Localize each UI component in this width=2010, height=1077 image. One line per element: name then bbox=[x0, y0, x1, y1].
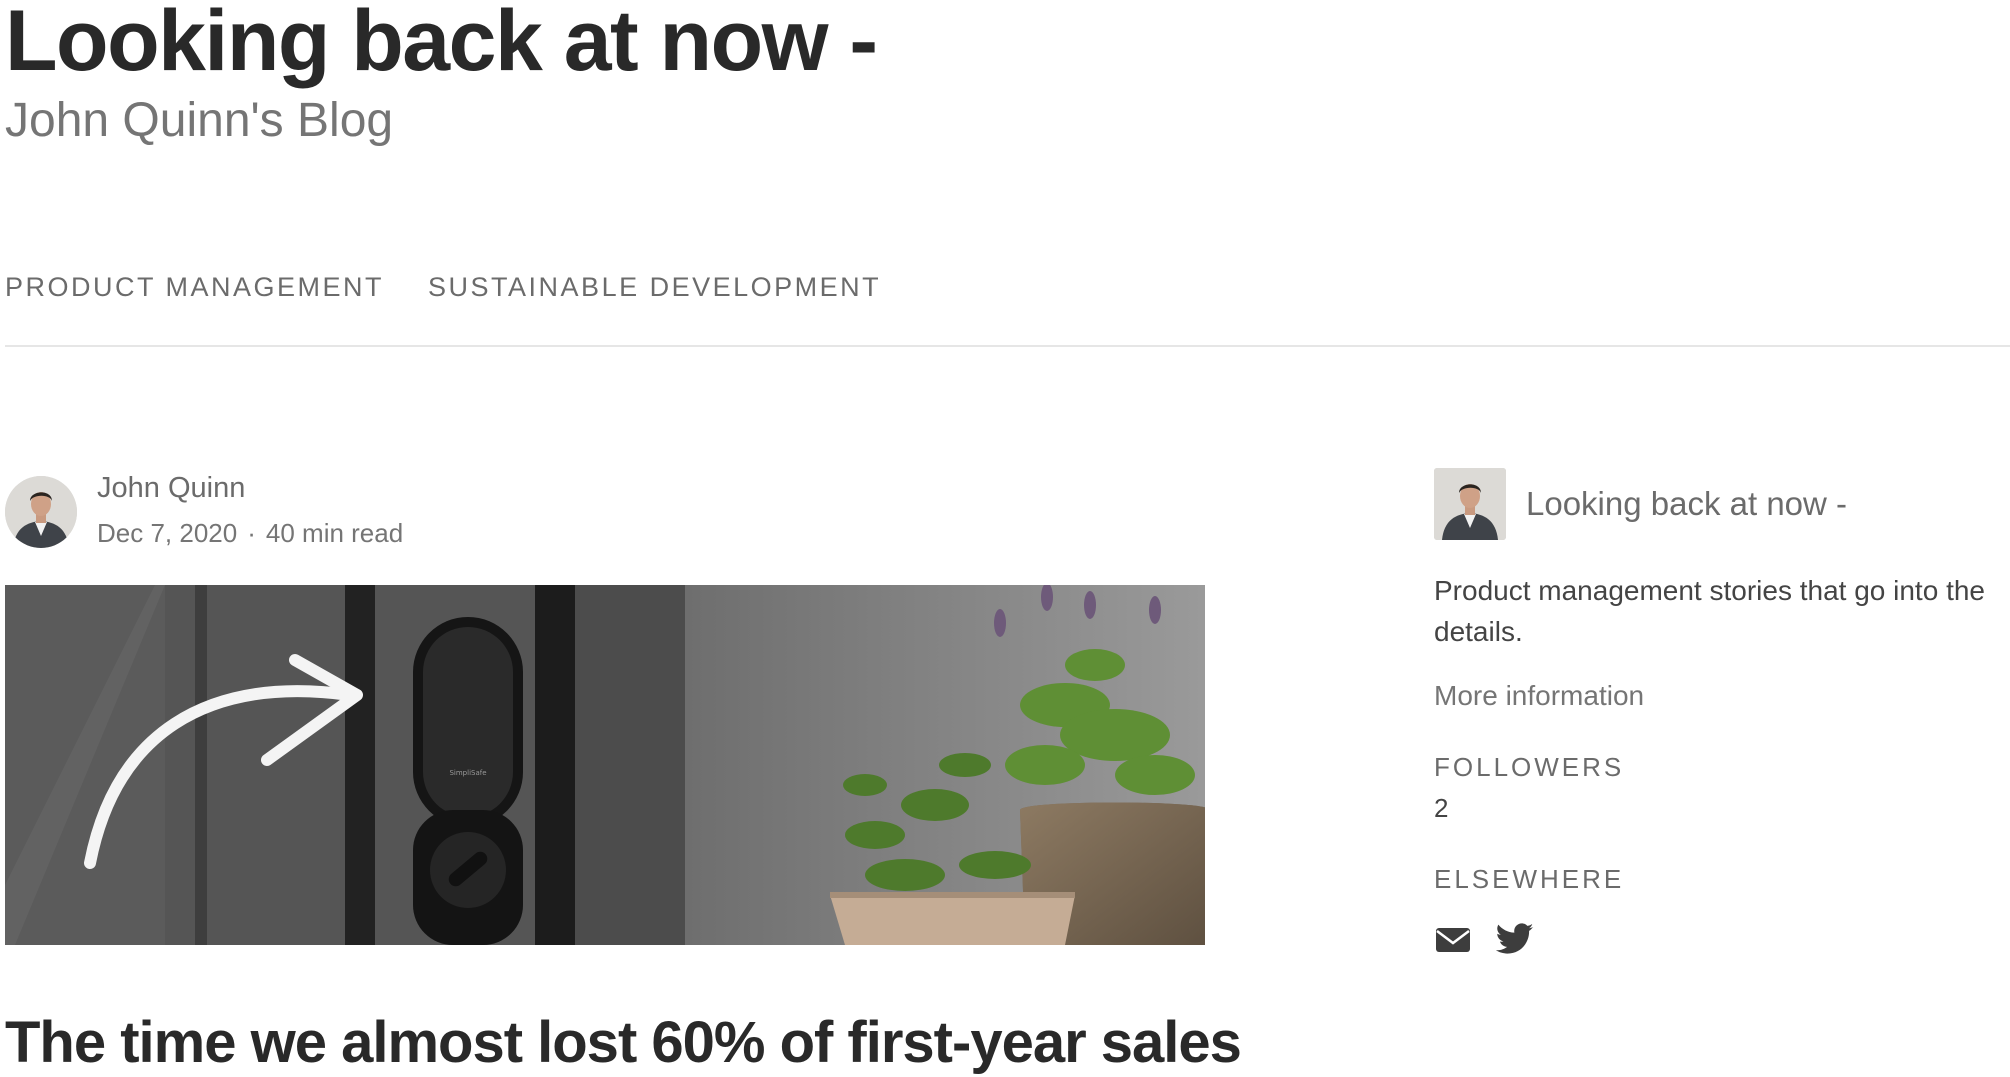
read-time: 40 min read bbox=[265, 518, 404, 548]
followers-label: FOLLOWERS bbox=[1434, 752, 1625, 782]
post-meta: Dec 7, 2020 · 40 min read bbox=[97, 518, 403, 549]
nav-link-product-management[interactable]: PRODUCT MANAGEMENT bbox=[5, 272, 384, 302]
nav-link-sustainable-development[interactable]: SUSTAINABLE DEVELOPMENT bbox=[428, 272, 881, 302]
author-photo bbox=[5, 476, 77, 548]
site-title[interactable]: Looking back at now - bbox=[5, 0, 878, 89]
twitter-icon[interactable] bbox=[1495, 923, 1534, 955]
sidebar-header: Looking back at now - bbox=[1434, 468, 2010, 540]
post-date: Dec 7, 2020 bbox=[97, 518, 238, 548]
post-hero-image[interactable]: SimpliSafe bbox=[5, 585, 1205, 945]
author-name[interactable]: John Quinn bbox=[97, 472, 245, 505]
sidebar-photo bbox=[1434, 468, 1506, 540]
followers-count[interactable]: 2 bbox=[1434, 793, 2010, 824]
social-links bbox=[1434, 923, 2010, 955]
more-information-link[interactable]: More information bbox=[1434, 680, 2010, 712]
hero-lock-brand: SimpliSafe bbox=[449, 769, 486, 777]
nav-divider bbox=[5, 345, 2010, 347]
sidebar: Looking back at now - Product management… bbox=[1434, 468, 2010, 955]
category-nav: PRODUCT MANAGEMENT SUSTAINABLE DEVELOPME… bbox=[5, 272, 881, 303]
nav-item-product-management: PRODUCT MANAGEMENT bbox=[5, 272, 384, 303]
nav-item-sustainable-development: SUSTAINABLE DEVELOPMENT bbox=[428, 272, 881, 303]
hero-illustration: SimpliSafe bbox=[5, 585, 1205, 945]
email-icon[interactable] bbox=[1434, 923, 1472, 955]
sidebar-avatar[interactable] bbox=[1434, 468, 1506, 540]
post-title[interactable]: The time we almost lost 60% of first-yea… bbox=[5, 1010, 1242, 1077]
meta-separator: · bbox=[247, 518, 256, 548]
sidebar-description: Product management stories that go into … bbox=[1434, 575, 1985, 647]
author-avatar[interactable] bbox=[5, 476, 77, 548]
site-subtitle: John Quinn's Blog bbox=[5, 94, 394, 147]
sidebar-blog-name[interactable]: Looking back at now - bbox=[1526, 485, 1847, 523]
elsewhere-label: ELSEWHERE bbox=[1434, 864, 1625, 894]
